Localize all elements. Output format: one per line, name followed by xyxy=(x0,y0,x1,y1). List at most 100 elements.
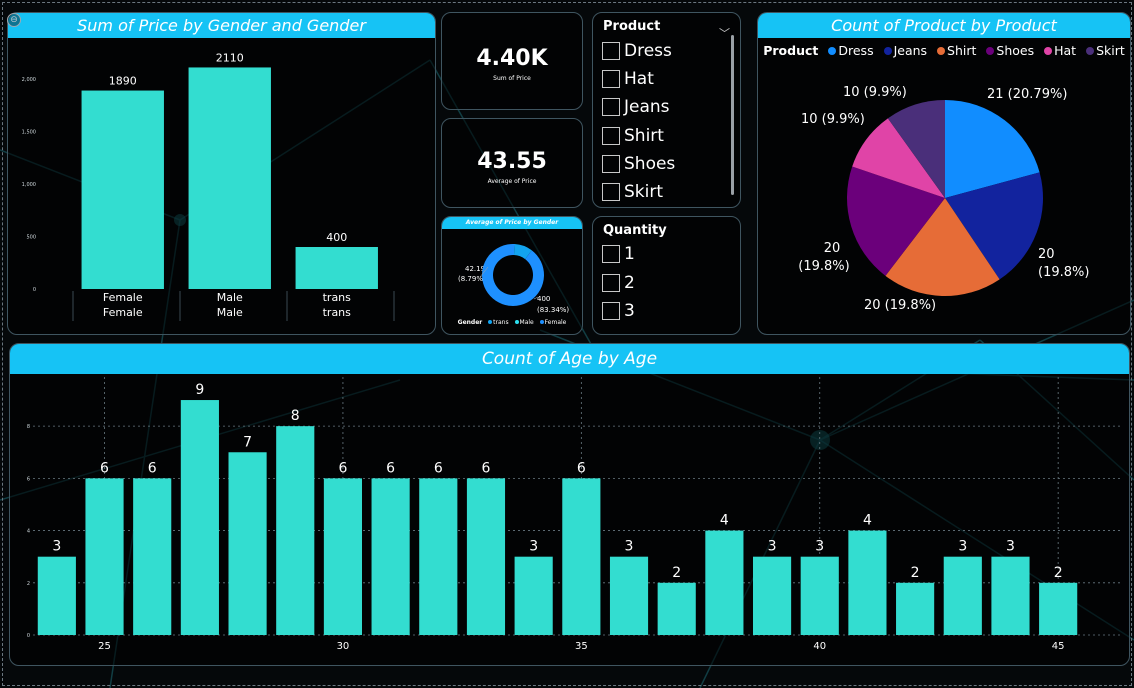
slicer-item-label: 1 xyxy=(624,244,635,264)
bar-data-label: 4 xyxy=(863,513,872,529)
quantity-slicer-title: Quantity xyxy=(603,223,667,238)
checkbox[interactable] xyxy=(602,245,620,263)
slicer-item-label: Hat xyxy=(624,69,654,89)
pie-label-shoes: 20 (19.8%) xyxy=(798,241,849,274)
bar xyxy=(562,478,601,635)
gender-donut-panel[interactable]: Average of Price by Gender 42.19 (8.79%)… xyxy=(441,216,583,335)
bar-data-label: 2 xyxy=(672,565,681,581)
donut-legend-title: Gender xyxy=(457,319,483,326)
x-tick-label: 40 xyxy=(813,641,826,652)
bar-data-label: 9 xyxy=(195,382,204,398)
checkbox[interactable] xyxy=(602,155,620,173)
gender-bar-chart: 0 500 1,000 1,500 2,000 1890 Female Female 2110 M… xyxy=(22,51,395,321)
slicer-item-qty-1[interactable]: 1 xyxy=(602,243,635,265)
bar xyxy=(37,556,76,635)
pie-label-hat: 10 (9.9%) xyxy=(801,112,865,127)
bar xyxy=(943,556,982,635)
checkbox[interactable] xyxy=(602,70,620,88)
slicer-item-dress[interactable]: Dress xyxy=(602,40,672,62)
checkbox[interactable] xyxy=(602,274,620,292)
age-bar-chart: 25 30 35 40 45 0 2 4 6 8 3 6 6 9 7 8 6 6 6 6 3 6 3 2 4 3 3 4 2 3 3 2 xyxy=(27,377,1122,652)
y-tick-label: 0 xyxy=(33,287,36,293)
bar xyxy=(81,90,164,289)
bar xyxy=(180,400,219,635)
pie-label-shirt: 20 (19.8%) xyxy=(864,298,936,313)
chevron-down-icon[interactable]: ﹀ xyxy=(719,25,730,41)
slicer-item-qty-3[interactable]: 3 xyxy=(602,300,635,322)
bar-data-label: 2 xyxy=(1054,565,1063,581)
checkbox[interactable] xyxy=(602,42,620,60)
avg-price-card[interactable]: 43.55 Average of Price xyxy=(441,118,583,208)
quantity-slicer[interactable]: Quantity 1 2 3 xyxy=(592,216,741,335)
slicer-scrollbar[interactable] xyxy=(731,35,734,195)
bar-data-label: 7 xyxy=(243,434,252,450)
donut-label-top: 42.19 xyxy=(465,265,485,273)
age-bar-chart-panel[interactable]: Count of Age by Age 25 30 35 40 45 0 2 4 6 8 3 6 6 9 7… xyxy=(9,343,1130,666)
bar-data-label: 3 xyxy=(768,539,777,555)
x-tick-label: Female xyxy=(103,291,143,304)
x-tick-label: 25 xyxy=(98,641,111,652)
bar-data-label: 3 xyxy=(1006,539,1015,555)
bar xyxy=(323,478,363,635)
donut-legend: Gender trans Male Female xyxy=(442,319,582,326)
slicer-item-jeans[interactable]: Jeans xyxy=(602,96,670,118)
bar xyxy=(800,556,839,635)
bar-data-label: 6 xyxy=(434,460,443,476)
x-tick-label: 30 xyxy=(337,641,350,652)
product-slicer[interactable]: Product ﹀ Dress Hat Jeans Shirt Shoes Sk… xyxy=(592,12,741,208)
bar-data-label: 8 xyxy=(291,408,300,424)
slicer-item-label: 3 xyxy=(624,301,635,321)
donut-label-top-pct: (8.79%) xyxy=(458,275,486,283)
donut-label-bottom-pct: (83.34%) xyxy=(537,306,569,314)
bar-data-label: 6 xyxy=(100,460,109,476)
bar-data-label: 3 xyxy=(529,539,538,555)
slicer-item-label: Jeans xyxy=(624,97,670,117)
bar xyxy=(848,530,887,635)
y-tick-label: 8 xyxy=(27,424,30,430)
legend-female[interactable]: Female xyxy=(545,319,567,326)
bar-data-label: 6 xyxy=(338,460,347,476)
bar xyxy=(609,556,649,635)
slicer-item-skirt[interactable]: Skirt xyxy=(602,181,663,203)
sum-price-card[interactable]: 4.40K Sum of Price xyxy=(441,12,583,110)
x-tick-label: 35 xyxy=(575,641,588,652)
product-pie-chart: 21 (20.79%) 20 (19.8%) 20 (19.8%) 20 (19.8… xyxy=(798,85,1089,313)
checkbox[interactable] xyxy=(602,302,620,320)
legend-trans-dot xyxy=(488,320,493,324)
checkbox[interactable] xyxy=(602,183,620,201)
bar-data-label: 3 xyxy=(815,539,824,555)
donut-slice-female xyxy=(482,244,544,306)
legend-female-dot xyxy=(539,320,544,324)
checkbox[interactable] xyxy=(602,127,620,145)
x-tick-label: Female xyxy=(103,306,143,319)
bar xyxy=(419,478,458,635)
gender-bar-chart-panel[interactable]: Sum of Price by Gender and Gender 0 500 1,… xyxy=(7,12,436,335)
bar xyxy=(466,478,506,635)
bar xyxy=(133,478,172,635)
y-tick-label: 500 xyxy=(26,235,36,241)
bar-data-label: 6 xyxy=(482,460,491,476)
bar-data-label: 6 xyxy=(386,460,395,476)
checkbox[interactable] xyxy=(602,98,620,116)
bar xyxy=(657,582,696,635)
y-tick-label: 4 xyxy=(27,529,30,535)
y-tick-label: 2 xyxy=(27,581,30,587)
bar-data-label: 4 xyxy=(720,513,729,529)
x-tick-label: trans xyxy=(323,291,352,304)
y-tick-label: 2,000 xyxy=(22,77,36,83)
bar xyxy=(295,247,378,289)
focus-mode-icon[interactable]: ⊖ xyxy=(7,13,21,27)
slicer-item-shirt[interactable]: Shirt xyxy=(602,125,664,147)
bar xyxy=(371,478,410,635)
slicer-item-hat[interactable]: Hat xyxy=(602,68,654,90)
product-slicer-title: Product xyxy=(603,19,661,34)
legend-trans[interactable]: trans xyxy=(493,319,508,326)
product-pie-panel[interactable]: Count of Product by Product Product Dres… xyxy=(757,12,1131,335)
bar-data-label: 1890 xyxy=(109,75,137,88)
slicer-item-qty-2[interactable]: 2 xyxy=(602,272,635,294)
legend-male[interactable]: Male xyxy=(520,319,534,326)
legend-male-dot xyxy=(514,320,519,324)
slicer-item-shoes[interactable]: Shoes xyxy=(602,153,675,175)
bar-data-label: 2 xyxy=(911,565,920,581)
avg-price-value: 43.55 xyxy=(477,149,547,174)
